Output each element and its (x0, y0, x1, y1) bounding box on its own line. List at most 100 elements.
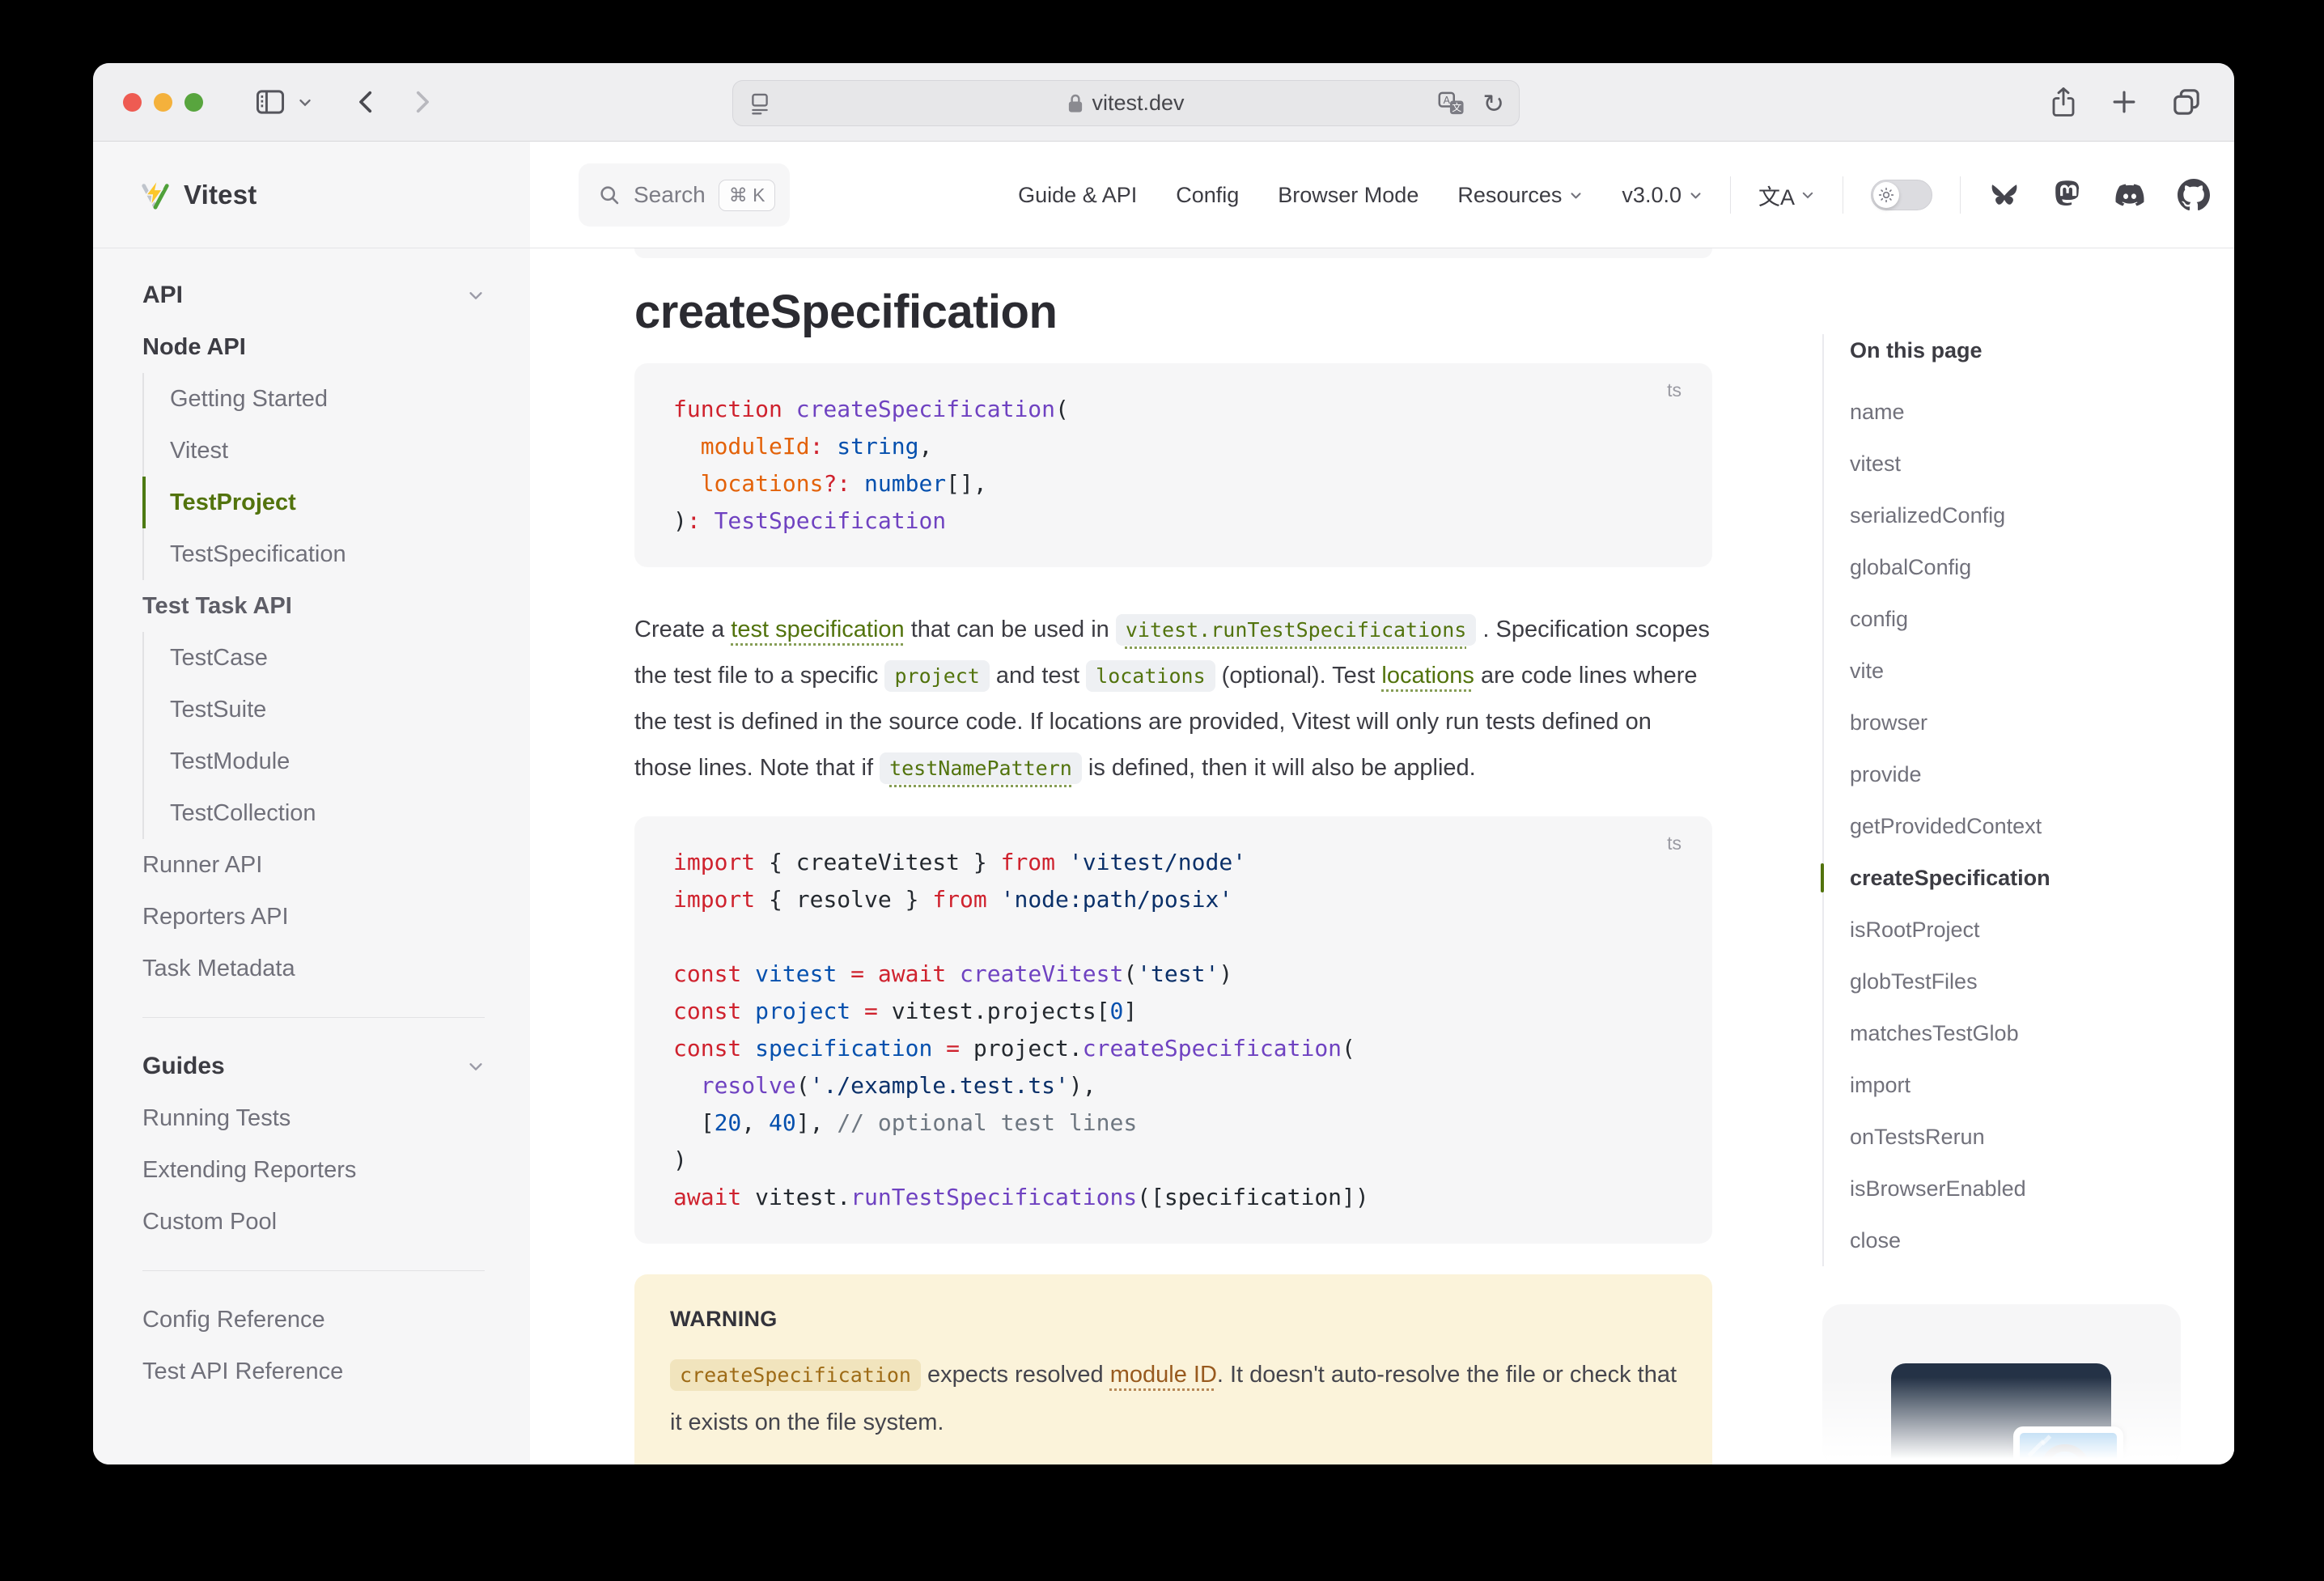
inline-code-createspecification: createSpecification (670, 1359, 921, 1391)
link-locations[interactable]: locations (1381, 663, 1474, 689)
forward-button[interactable] (408, 86, 435, 118)
outline-list: namevitestserializedConfigglobalConfigco… (1850, 386, 2227, 1266)
nav-browser-mode[interactable]: Browser Mode (1278, 183, 1419, 208)
sidebar-item-testproject[interactable]: TestProject (142, 477, 485, 528)
outline-item-config[interactable]: config (1850, 593, 2227, 645)
vitest-docs-app: Vitest APINode APIGetting StartedVitestT… (93, 142, 2234, 1464)
nav-v3-0-0[interactable]: v3.0.0 (1622, 183, 1703, 208)
sidebar-item-vitest[interactable]: Vitest (142, 425, 485, 477)
header-separator (1730, 176, 1731, 214)
discord-link[interactable] (2113, 180, 2147, 210)
sidebar-item-task-metadata[interactable]: Task Metadata (142, 943, 485, 994)
sidebar-item-testmodule[interactable]: TestModule (142, 735, 485, 787)
outline-item-globalconfig[interactable]: globalConfig (1850, 541, 2227, 593)
sidebar-item-testsuite[interactable]: TestSuite (142, 684, 485, 735)
github-icon (2178, 179, 2210, 211)
share-button[interactable] (2049, 85, 2078, 119)
github-link[interactable] (2178, 179, 2210, 211)
outline-item-isbrowserenabled[interactable]: isBrowserEnabled (1850, 1163, 2227, 1214)
sidebar-item-testcollection[interactable]: TestCollection (142, 787, 485, 839)
inline-code-project: project (884, 660, 989, 692)
outline-item-ontestsrerun[interactable]: onTestsRerun (1850, 1111, 2227, 1163)
reload-button[interactable]: ↻ (1482, 91, 1504, 117)
chevron-down-icon (1689, 189, 1703, 202)
zoom-window-button[interactable] (184, 93, 203, 112)
bluesky-link[interactable] (1988, 180, 2021, 210)
address-bar[interactable]: vitest.dev A 文 ↻ (732, 80, 1520, 126)
sidebar-item-config-reference[interactable]: Config Reference (142, 1294, 485, 1346)
social-links (1988, 179, 2210, 211)
outline-item-matchestestglob[interactable]: matchesTestGlob (1850, 1007, 2227, 1059)
sidebar-item-extending-reporters[interactable]: Extending Reporters (142, 1144, 485, 1196)
mastodon-icon (2051, 179, 2082, 211)
warning-title: WARNING (670, 1307, 1677, 1332)
outline-item-isrootproject[interactable]: isRootProject (1850, 904, 2227, 956)
back-button[interactable] (353, 86, 380, 118)
translate-button[interactable]: A 文 (1437, 90, 1466, 117)
code-example[interactable]: import { createVitest } from 'vitest/nod… (673, 844, 1680, 1216)
sidebar-item-reporters-api[interactable]: Reporters API (142, 891, 485, 943)
bluesky-icon (1988, 180, 2021, 210)
reader-view-icon[interactable] (748, 91, 772, 117)
code-link-testnamepattern[interactable]: testNamePattern (880, 755, 1082, 781)
link-test-specification[interactable]: test specification (731, 617, 904, 642)
outline-item-close[interactable]: close (1850, 1214, 2227, 1266)
sponsor-card[interactable]: </> (1822, 1304, 2181, 1464)
sidebar-group-guides[interactable]: Guides (142, 1041, 485, 1092)
search-label: Search (634, 182, 706, 208)
code-lang-badge: ts (1667, 833, 1682, 854)
minimize-window-button[interactable] (154, 93, 172, 112)
sidebar-item-test-api-reference[interactable]: Test API Reference (142, 1346, 485, 1397)
sidebar-divider (142, 1017, 485, 1018)
outline-item-createspecification[interactable]: createSpecification (1850, 852, 2227, 904)
outline-item-name[interactable]: name (1850, 386, 2227, 438)
sidebar-item-running-tests[interactable]: Running Tests (142, 1092, 485, 1144)
outline-item-globtestfiles[interactable]: globTestFiles (1850, 956, 2227, 1007)
sidebar-item-custom-pool[interactable]: Custom Pool (142, 1196, 485, 1248)
nav-config[interactable]: Config (1176, 183, 1239, 208)
outline-item-vitest[interactable]: vitest (1850, 438, 2227, 490)
search-button[interactable]: Search ⌘ K (579, 163, 790, 227)
outline-item-import[interactable]: import (1850, 1059, 2227, 1111)
sidebar-item-node-api[interactable]: Node API (142, 321, 485, 373)
close-window-button[interactable] (123, 93, 142, 112)
nav-guide-api[interactable]: Guide & API (1018, 183, 1137, 208)
site-header: Search ⌘ K Guide & API Config Browser Mode… (530, 142, 2234, 248)
outline-item-getprovidedcontext[interactable]: getProvidedContext (1850, 800, 2227, 852)
svg-text:A: A (1444, 95, 1451, 106)
outline-item-vite[interactable]: vite (1850, 645, 2227, 697)
sidebar-menu-chevron[interactable] (296, 93, 314, 111)
sidebar-item-testcase[interactable]: TestCase (142, 632, 485, 684)
outline-block: On this page namevitestserializedConfigg… (1822, 334, 2227, 1266)
tab-overview-button[interactable] (2170, 86, 2203, 118)
theme-toggle[interactable] (1871, 180, 1932, 210)
sponsor-fade (1822, 1377, 2181, 1464)
link-module-id[interactable]: module ID (1110, 1362, 1217, 1388)
sidebar-group-api[interactable]: API (142, 269, 485, 321)
code-block-example: ts import { createVitest } from 'vitest/… (634, 816, 1712, 1244)
new-tab-button[interactable] (2109, 87, 2140, 117)
sidebar-item-getting-started[interactable]: Getting Started (142, 373, 485, 425)
sidebar-item-testspecification[interactable]: TestSpecification (142, 528, 485, 580)
code-link-vitest-runtestspecifications[interactable]: vitest.runTestSpecifications (1116, 617, 1476, 642)
outline-item-browser[interactable]: browser (1850, 697, 2227, 748)
nav-resources[interactable]: Resources (1457, 183, 1583, 208)
tabs-icon (2170, 86, 2203, 118)
header-separator (1960, 176, 1961, 214)
chevron-down-icon (296, 93, 314, 111)
vitest-logo[interactable]: Vitest (93, 142, 530, 248)
sidebar-toggle-button[interactable] (254, 87, 286, 117)
search-kbd: ⌘ K (719, 180, 776, 211)
language-menu-button[interactable]: 文A (1758, 180, 1815, 211)
page-outline: On this page namevitestserializedConfigg… (1822, 248, 2227, 1464)
code-signature[interactable]: function createSpecification( moduleId: … (673, 391, 1680, 540)
outline-item-serializedconfig[interactable]: serializedConfig (1850, 490, 2227, 541)
sidebar-item-test-task-api[interactable]: Test Task API (142, 580, 485, 632)
sidebar-item-runner-api[interactable]: Runner API (142, 839, 485, 891)
inline-code-testnamepattern: testNamePattern (880, 752, 1082, 784)
outline-title: On this page (1850, 334, 2227, 367)
mastodon-link[interactable] (2051, 179, 2082, 211)
reload-icon: ↻ (1482, 91, 1504, 117)
sidebar-toggle-icon (254, 87, 286, 117)
outline-item-provide[interactable]: provide (1850, 748, 2227, 800)
